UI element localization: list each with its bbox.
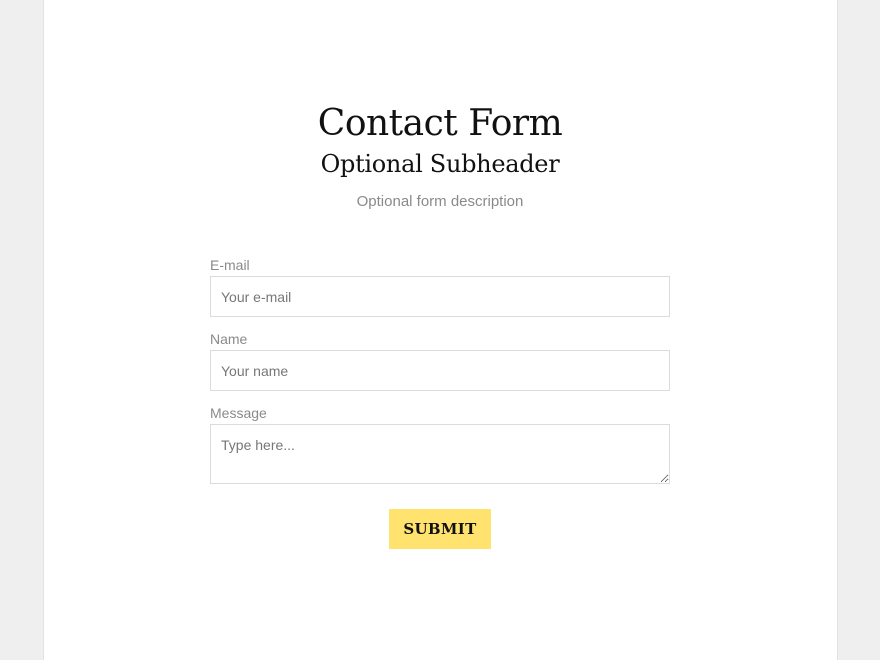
page-card: Contact Form Optional Subheader Optional… — [43, 0, 838, 660]
form-description: Optional form description — [356, 193, 524, 210]
email-label: E-mail — [210, 257, 250, 273]
email-field[interactable] — [210, 276, 670, 317]
form-subheader: Optional Subheader — [320, 150, 560, 178]
form-title: Contact Form — [317, 103, 563, 144]
message-field[interactable] — [210, 424, 670, 484]
name-label: Name — [210, 331, 248, 347]
name-field[interactable] — [210, 350, 670, 391]
submit-button[interactable]: SUBMIT — [389, 509, 491, 549]
message-label: Message — [210, 405, 267, 421]
